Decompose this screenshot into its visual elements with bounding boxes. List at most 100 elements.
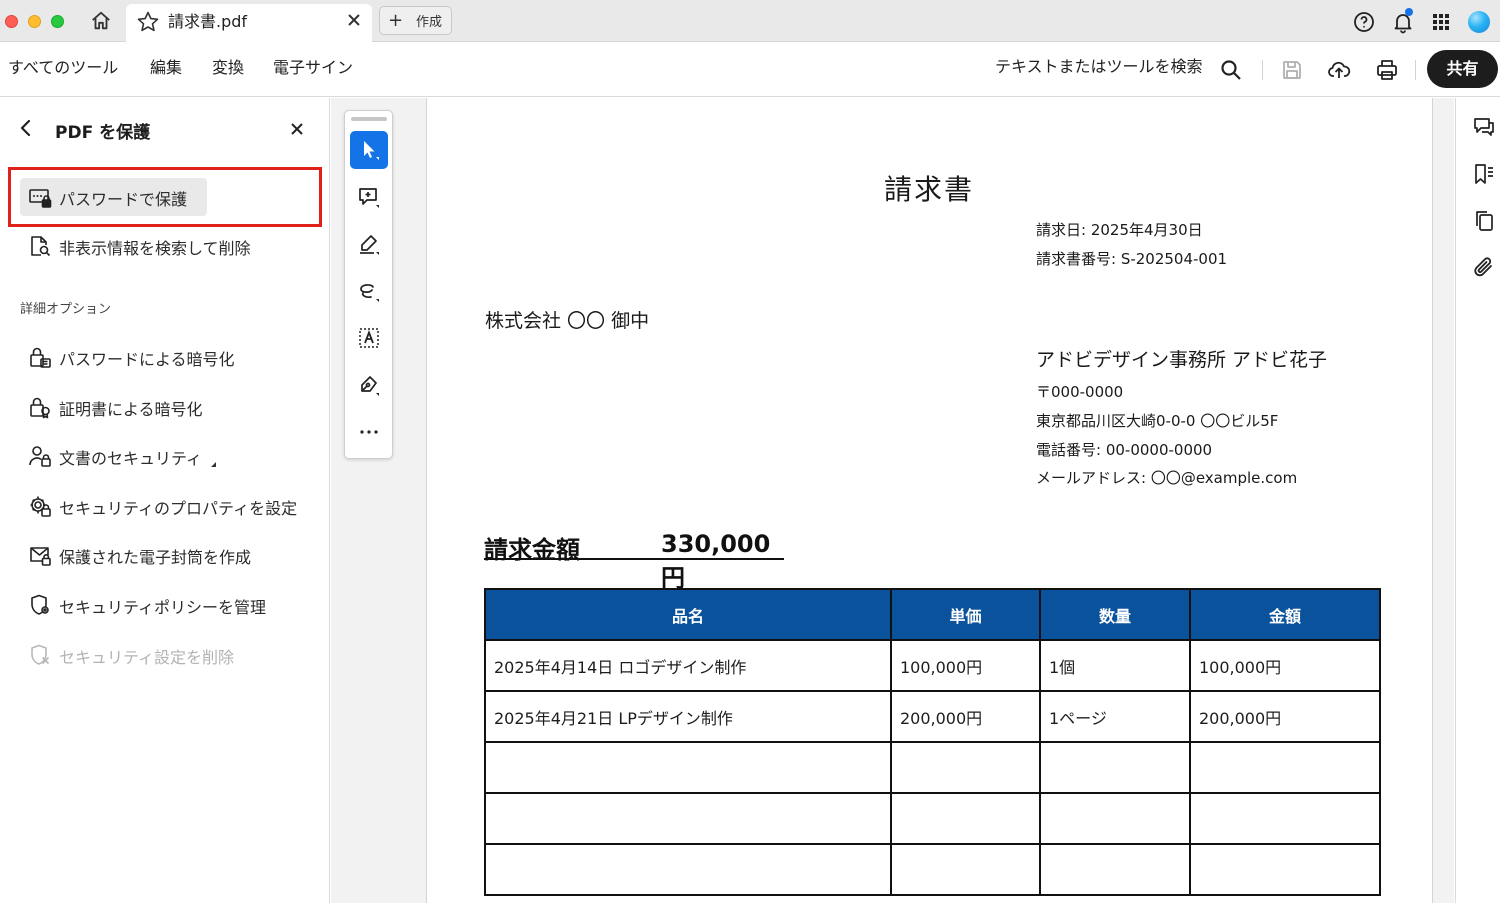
certificate-encrypt-item[interactable]: 証明書による暗号化 <box>20 388 320 426</box>
submenu-indicator-icon <box>211 462 216 467</box>
close-panel-icon[interactable] <box>288 120 306 138</box>
document-tab[interactable]: 請求書.pdf <box>126 4 372 42</box>
pages-copy-icon[interactable] <box>1472 209 1496 233</box>
draw-tool-button[interactable] <box>350 272 388 310</box>
table-cell: 1個 <box>1039 639 1191 692</box>
star-icon[interactable] <box>136 10 160 34</box>
invoice-date: 請求日: 2025年4月30日 <box>1036 221 1203 239</box>
amount-label: 請求金額 <box>484 536 580 564</box>
separator <box>1262 60 1263 80</box>
highlight-tool-button[interactable] <box>350 225 388 263</box>
item-label: パスワードによる暗号化 <box>59 350 235 369</box>
item-label: セキュリティポリシーを管理 <box>59 598 267 617</box>
print-icon[interactable] <box>1375 58 1399 82</box>
table-cell: 2025年4月21日 LPデザイン制作 <box>484 690 892 743</box>
document-security-item[interactable]: 文書のセキュリティ <box>20 437 320 475</box>
home-icon[interactable] <box>90 10 112 32</box>
window-minimize-button[interactable] <box>28 15 41 28</box>
table-cell: 100,000円 <box>1189 639 1381 692</box>
attachment-icon[interactable] <box>1472 255 1496 279</box>
user-lock-icon <box>29 446 51 467</box>
select-cursor-icon <box>364 141 379 160</box>
menu-convert[interactable]: 変換 <box>212 54 244 78</box>
security-properties-item[interactable]: セキュリティのプロパティを設定 <box>20 487 320 525</box>
window-zoom-button[interactable] <box>51 15 64 28</box>
search-tools-label[interactable]: テキストまたはツールを検索 <box>995 53 1203 77</box>
comment-tool-button[interactable] <box>350 178 388 216</box>
bookmark-icon[interactable] <box>1472 162 1496 186</box>
invoice-number: 請求書番号: S-202504-001 <box>1036 250 1228 268</box>
close-tab-icon[interactable] <box>344 10 364 30</box>
shield-gear-icon <box>31 594 49 615</box>
table-cell <box>1189 792 1381 845</box>
plus-icon: + <box>388 10 404 31</box>
item-label: 証明書による暗号化 <box>59 400 203 419</box>
item-label: 非表示情報を検索して削除 <box>59 239 251 258</box>
menu-edit[interactable]: 編集 <box>150 54 182 78</box>
sign-tool-button[interactable] <box>350 366 388 404</box>
more-tools-button[interactable] <box>350 413 388 451</box>
sender-postal-code: 〒000-0000 <box>1036 383 1124 401</box>
table-cell <box>890 843 1041 896</box>
select-tool-button[interactable] <box>350 131 388 169</box>
notification-badge <box>1405 8 1413 16</box>
drag-handle[interactable] <box>351 117 387 121</box>
profile-avatar[interactable] <box>1468 11 1490 33</box>
table-cell <box>1189 843 1381 896</box>
item-label: 文書のセキュリティ <box>59 449 203 468</box>
certificate-lock-icon <box>30 397 50 419</box>
comments-icon[interactable] <box>1472 115 1496 139</box>
search-icon[interactable] <box>1219 58 1243 82</box>
column-header-amount: 金額 <box>1189 588 1381 641</box>
sender-address: 東京都品川区大崎0-0-0 〇〇ビル5F <box>1036 412 1279 430</box>
column-header-quantity: 数量 <box>1039 588 1191 641</box>
menu-e-sign[interactable]: 電子サイン <box>273 54 353 78</box>
table-row <box>484 792 1381 845</box>
menu-all-tools[interactable]: すべてのツール <box>8 54 118 78</box>
item-label: セキュリティ設定を削除 <box>59 648 235 667</box>
password-protect-icon <box>29 189 52 208</box>
secure-envelope-item[interactable]: 保護された電子封筒を作成 <box>20 536 320 574</box>
envelope-lock-icon <box>30 547 51 566</box>
save-icon[interactable] <box>1280 58 1304 82</box>
quick-tools-rail <box>344 110 393 459</box>
create-label: 作成 <box>416 15 443 30</box>
right-icon-rail <box>1455 98 1500 903</box>
table-cell: 2025年4月14日 ロゴデザイン制作 <box>484 639 892 692</box>
table-row <box>484 843 1381 896</box>
table-row <box>484 741 1381 794</box>
create-button[interactable]: + 作成 <box>379 6 452 35</box>
redact-search-item[interactable]: 非表示情報を検索して削除 <box>20 227 320 265</box>
add-comment-icon <box>359 188 379 208</box>
highlight-pen-icon <box>360 235 379 255</box>
table-row: 2025年4月21日 LPデザイン制作 200,000円 1ページ 200,00… <box>484 690 1381 743</box>
more-icon <box>360 430 378 434</box>
remove-security-item[interactable]: セキュリティ設定を削除 <box>20 636 320 674</box>
cloud-upload-icon[interactable] <box>1327 58 1351 82</box>
table-cell <box>1039 843 1191 896</box>
table-header-row: 品名 単価 数量 金額 <box>484 588 1381 641</box>
shield-remove-icon <box>31 644 50 665</box>
billing-amount: 請求金額 330,000円 <box>484 530 784 592</box>
text-recognition-icon <box>359 328 379 348</box>
password-encrypt-item[interactable]: パスワードによる暗号化 <box>20 338 320 376</box>
item-label: 保護された電子封筒を作成 <box>59 548 252 567</box>
advanced-options-heading: 詳細オプション <box>20 302 112 317</box>
window-close-button[interactable] <box>5 15 18 28</box>
client-name: 株式会社 〇〇 御中 <box>485 310 650 332</box>
text-recognition-tool-button[interactable] <box>350 319 388 357</box>
tab-title: 請求書.pdf <box>168 12 248 31</box>
back-chevron-icon[interactable] <box>16 118 36 138</box>
table-cell: 1ページ <box>1039 690 1191 743</box>
table-cell <box>484 792 892 845</box>
table-cell <box>890 741 1041 794</box>
table-cell: 100,000円 <box>890 639 1041 692</box>
share-button[interactable]: 共有 <box>1427 50 1498 88</box>
password-protect-item[interactable]: パスワードで保護 <box>20 178 320 216</box>
help-icon[interactable] <box>1352 10 1376 34</box>
sender-email: メールアドレス: 〇〇@example.com <box>1036 469 1298 487</box>
table-cell: 200,000円 <box>1189 690 1381 743</box>
security-policy-item[interactable]: セキュリティポリシーを管理 <box>20 586 320 624</box>
apps-grid-icon[interactable] <box>1429 10 1453 34</box>
separator <box>1415 60 1416 80</box>
